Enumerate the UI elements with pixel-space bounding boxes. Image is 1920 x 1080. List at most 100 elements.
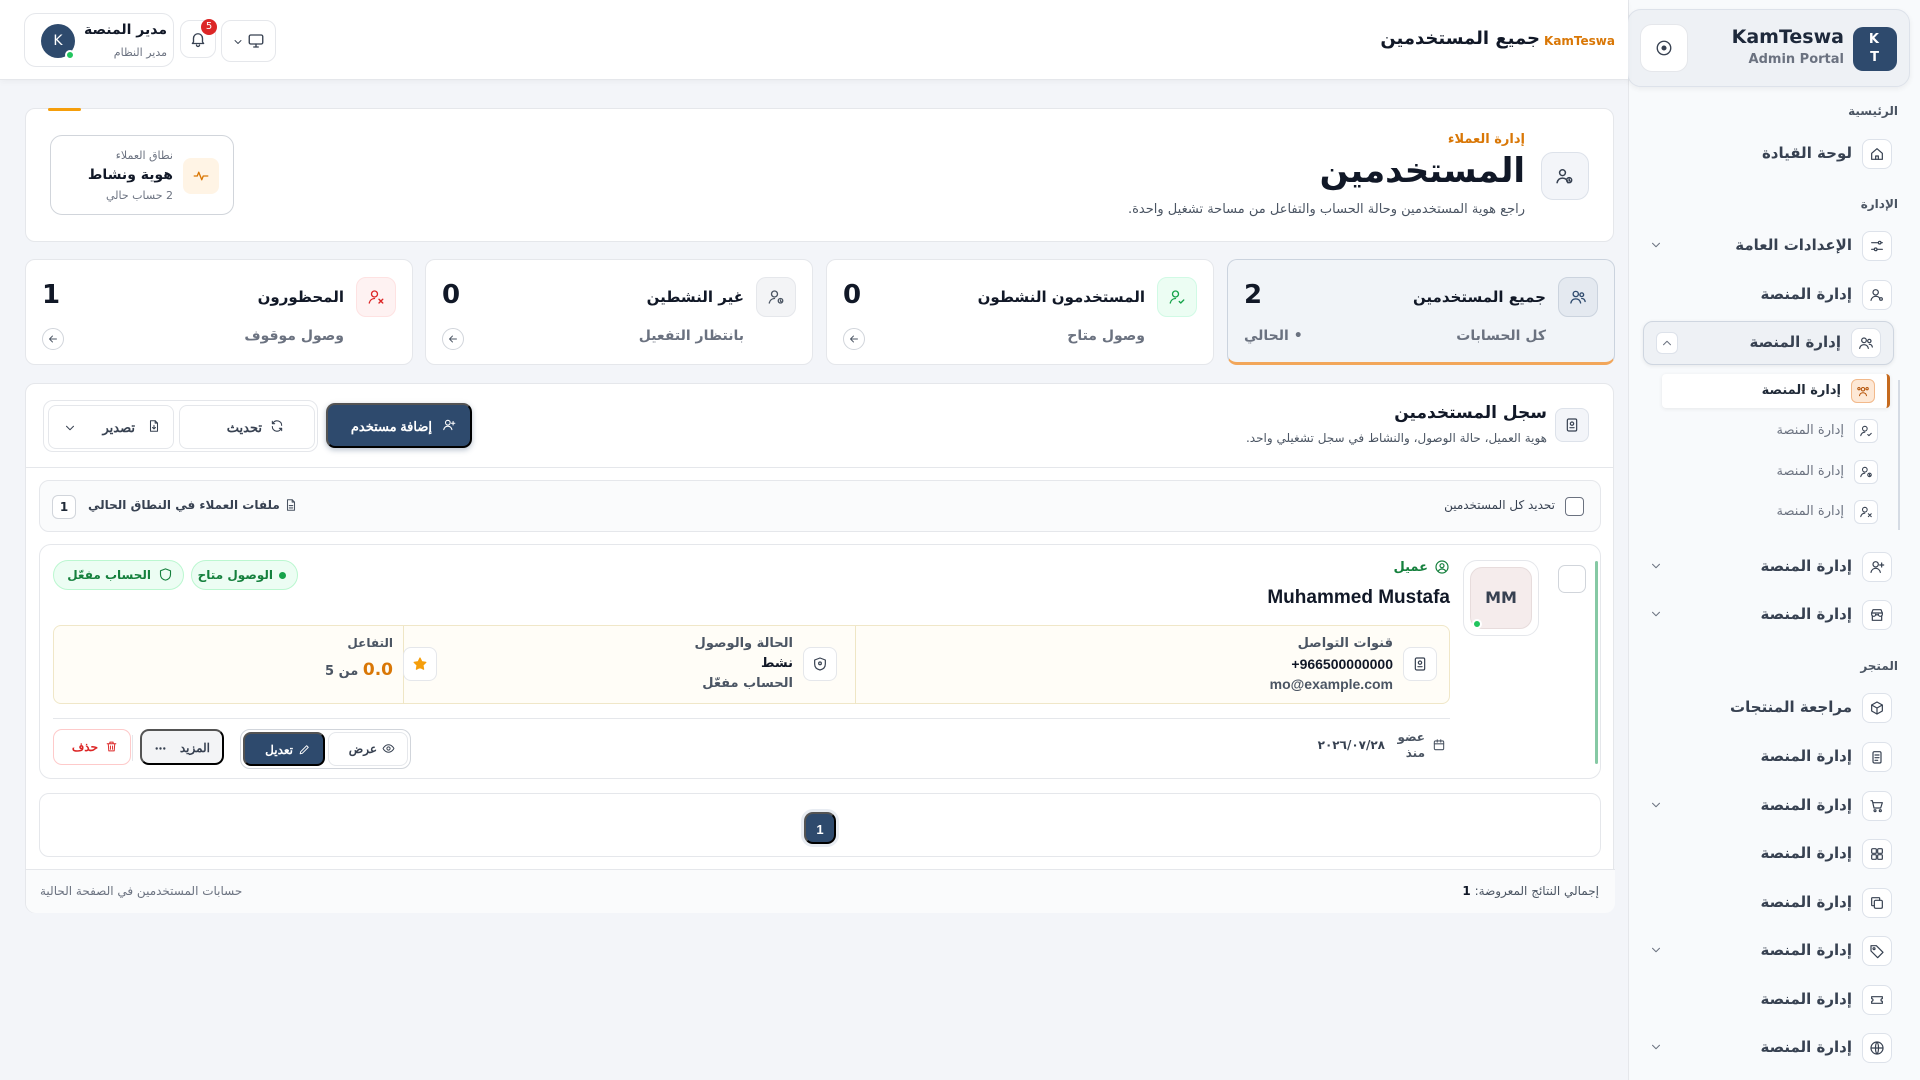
submenu-item-4[interactable]: إدارة المنصة: [1662, 495, 1890, 529]
arrow-left-icon[interactable]: [442, 328, 464, 350]
stat-label: غير النشطين: [646, 288, 744, 306]
sidebar-item-label: الإعدادات العامة: [1735, 236, 1852, 254]
chevron-down-icon: [1646, 1037, 1666, 1057]
scope-count: 2 حساب حالي: [106, 189, 173, 202]
pagination: 1: [39, 793, 1601, 857]
file-export-icon: [147, 419, 161, 433]
sidebar-item-dashboard[interactable]: لوحة القيادة: [1646, 131, 1892, 175]
sidebar-item-platform-active[interactable]: إدارة المنصة: [1643, 321, 1894, 365]
sidebar-item-platform-5[interactable]: إدارة المنصة: [1646, 592, 1892, 636]
refresh-button[interactable]: تحديث: [179, 405, 315, 449]
users-icon: [1851, 328, 1881, 358]
add-user-label: إضافة مستخدم: [350, 419, 432, 434]
total-label: إجمالي النتائج المعروضة:: [1474, 884, 1599, 898]
stat-card-active-users[interactable]: المستخدمون النشطون 0 وصول متاح: [826, 259, 1214, 365]
sidebar-item-label: إدارة المنصة: [1760, 1038, 1852, 1056]
submenu-label: إدارة المنصة: [1776, 504, 1845, 519]
breadcrumb-brand[interactable]: KamTeswa: [1544, 34, 1615, 48]
user-email[interactable]: mo@example.com: [1270, 676, 1393, 692]
arrow-left-icon[interactable]: [42, 328, 64, 350]
divider: [26, 467, 1613, 468]
sidebar-item-label: مراجعة المنتجات: [1730, 698, 1852, 716]
package-icon: [1862, 693, 1892, 723]
stat-sub: كل الحسابات: [1456, 328, 1546, 344]
member-since-date: ٢٠٢٦/٠٧/٢٨: [1317, 738, 1385, 752]
total-value: 1: [1462, 884, 1471, 898]
status-value: نشط: [760, 656, 793, 671]
edit-button[interactable]: تعديل: [243, 732, 325, 766]
export-button[interactable]: تصدير: [48, 405, 174, 449]
files-label: ملفات العملاء في النطاق الحالي: [88, 498, 280, 512]
sidebar-item-platform-11[interactable]: إدارة المنصة: [1646, 928, 1892, 972]
user-info-grid: قنوات التواصل +966500000000 mo@example.c…: [53, 625, 1450, 704]
sidebar-item-label: لوحة القيادة: [1761, 144, 1852, 162]
arrow-left-icon[interactable]: [843, 328, 865, 350]
refresh-icon: [270, 419, 284, 433]
submenu-item-3[interactable]: إدارة المنصة: [1662, 455, 1890, 489]
submenu-item-1[interactable]: إدارة المنصة: [1662, 374, 1890, 408]
sliders-icon: [1862, 231, 1892, 261]
stat-card-inactive-users[interactable]: غير النشطين 0 بانتظار التفعيل: [425, 259, 813, 365]
user-plus-icon: [442, 418, 456, 432]
pencil-icon: [298, 743, 311, 756]
calendar-icon: [1432, 738, 1446, 752]
select-all-label[interactable]: تحديد كل المستخدمين: [1444, 498, 1555, 512]
status-account: الحساب مفعّل: [702, 676, 793, 691]
stat-label: جميع المستخدمين: [1412, 288, 1546, 306]
store-icon: [1862, 600, 1892, 630]
delete-button[interactable]: حذف: [53, 729, 131, 765]
user-name: مدير المنصة: [83, 22, 167, 38]
user-check-icon: [1157, 277, 1197, 317]
sidebar-item-platform-13[interactable]: إدارة المنصة: [1646, 1025, 1892, 1069]
sidebar-item-product-reviews[interactable]: مراجعة المنتجات: [1646, 685, 1892, 729]
page-button-current[interactable]: 1: [804, 812, 836, 844]
chevron-down-icon: [1646, 235, 1666, 255]
refresh-label: تحديث: [226, 420, 262, 435]
edit-label: تعديل: [265, 743, 293, 757]
sidebar-item-label: إدارة المنصة: [1760, 747, 1852, 765]
activity-icon: [183, 158, 219, 194]
sidebar-item-label: إدارة المنصة: [1760, 844, 1852, 862]
home-icon: [1862, 139, 1892, 169]
stat-card-banned-users[interactable]: المحظورون 1 وصول موقوف: [25, 259, 413, 365]
panel-footer: إجمالي النتائج المعروضة: 1 حسابات المستخ…: [26, 869, 1615, 913]
stat-value: 2: [1244, 280, 1263, 310]
hero-title: المستخدمين: [1319, 151, 1525, 191]
sidebar-item-platform-8[interactable]: إدارة المنصة: [1646, 783, 1892, 827]
scope-label: نطاق العملاء: [115, 149, 173, 162]
more-button[interactable]: المزيد: [140, 729, 224, 765]
sidebar-toggle-button[interactable]: [1640, 24, 1688, 72]
sidebar-item-label: إدارة المنصة: [1760, 285, 1852, 303]
total-results: إجمالي النتائج المعروضة: 1: [1462, 884, 1599, 898]
sidebar-item-platform-1[interactable]: إدارة المنصة: [1646, 272, 1892, 316]
sidebar-item-label: إدارة المنصة: [1760, 557, 1852, 575]
user-menu[interactable]: مدير المنصة مدير النظام K: [24, 13, 174, 67]
status-dot: [279, 572, 286, 579]
users-icon: [1541, 152, 1589, 200]
view-button[interactable]: عرض: [328, 732, 408, 766]
section-admin: الإدارة: [1860, 197, 1898, 211]
add-user-button[interactable]: إضافة مستخدم: [326, 403, 472, 448]
display-mode-button[interactable]: [221, 20, 276, 62]
user-select-checkbox[interactable]: [1558, 565, 1586, 593]
files-count-badge: 1: [52, 495, 76, 519]
user-name[interactable]: Muhammed Mustafa: [1267, 587, 1450, 609]
stat-card-all-users[interactable]: جميع المستخدمين 2 كل الحسابات • الحالي: [1227, 259, 1615, 365]
view-label: عرض: [348, 742, 377, 756]
submenu-label: إدارة المنصة: [1761, 383, 1841, 398]
sidebar-item-general-settings[interactable]: الإعدادات العامة: [1646, 223, 1892, 267]
top-bar: KamTeswa جميع المستخدمين مدير المنصة مدي…: [0, 0, 1628, 80]
stat-label: المحظورون: [257, 288, 344, 306]
submenu-item-2[interactable]: إدارة المنصة: [1662, 414, 1890, 448]
sidebar-item-platform-4[interactable]: إدارة المنصة: [1646, 544, 1892, 588]
page-title: جميع المستخدمين: [1380, 28, 1540, 49]
user-avatar: MM: [1463, 560, 1539, 636]
sidebar-item-platform-9[interactable]: إدارة المنصة: [1646, 831, 1892, 875]
select-all-checkbox[interactable]: [1565, 497, 1584, 516]
brand-logo: KT: [1853, 27, 1897, 71]
tag-icon: [1862, 936, 1892, 966]
sidebar-item-platform-7[interactable]: إدارة المنصة: [1646, 734, 1892, 778]
submenu-label: إدارة المنصة: [1776, 423, 1845, 438]
sidebar-item-platform-12[interactable]: إدارة المنصة: [1646, 977, 1892, 1021]
sidebar-item-platform-10[interactable]: إدارة المنصة: [1646, 880, 1892, 924]
